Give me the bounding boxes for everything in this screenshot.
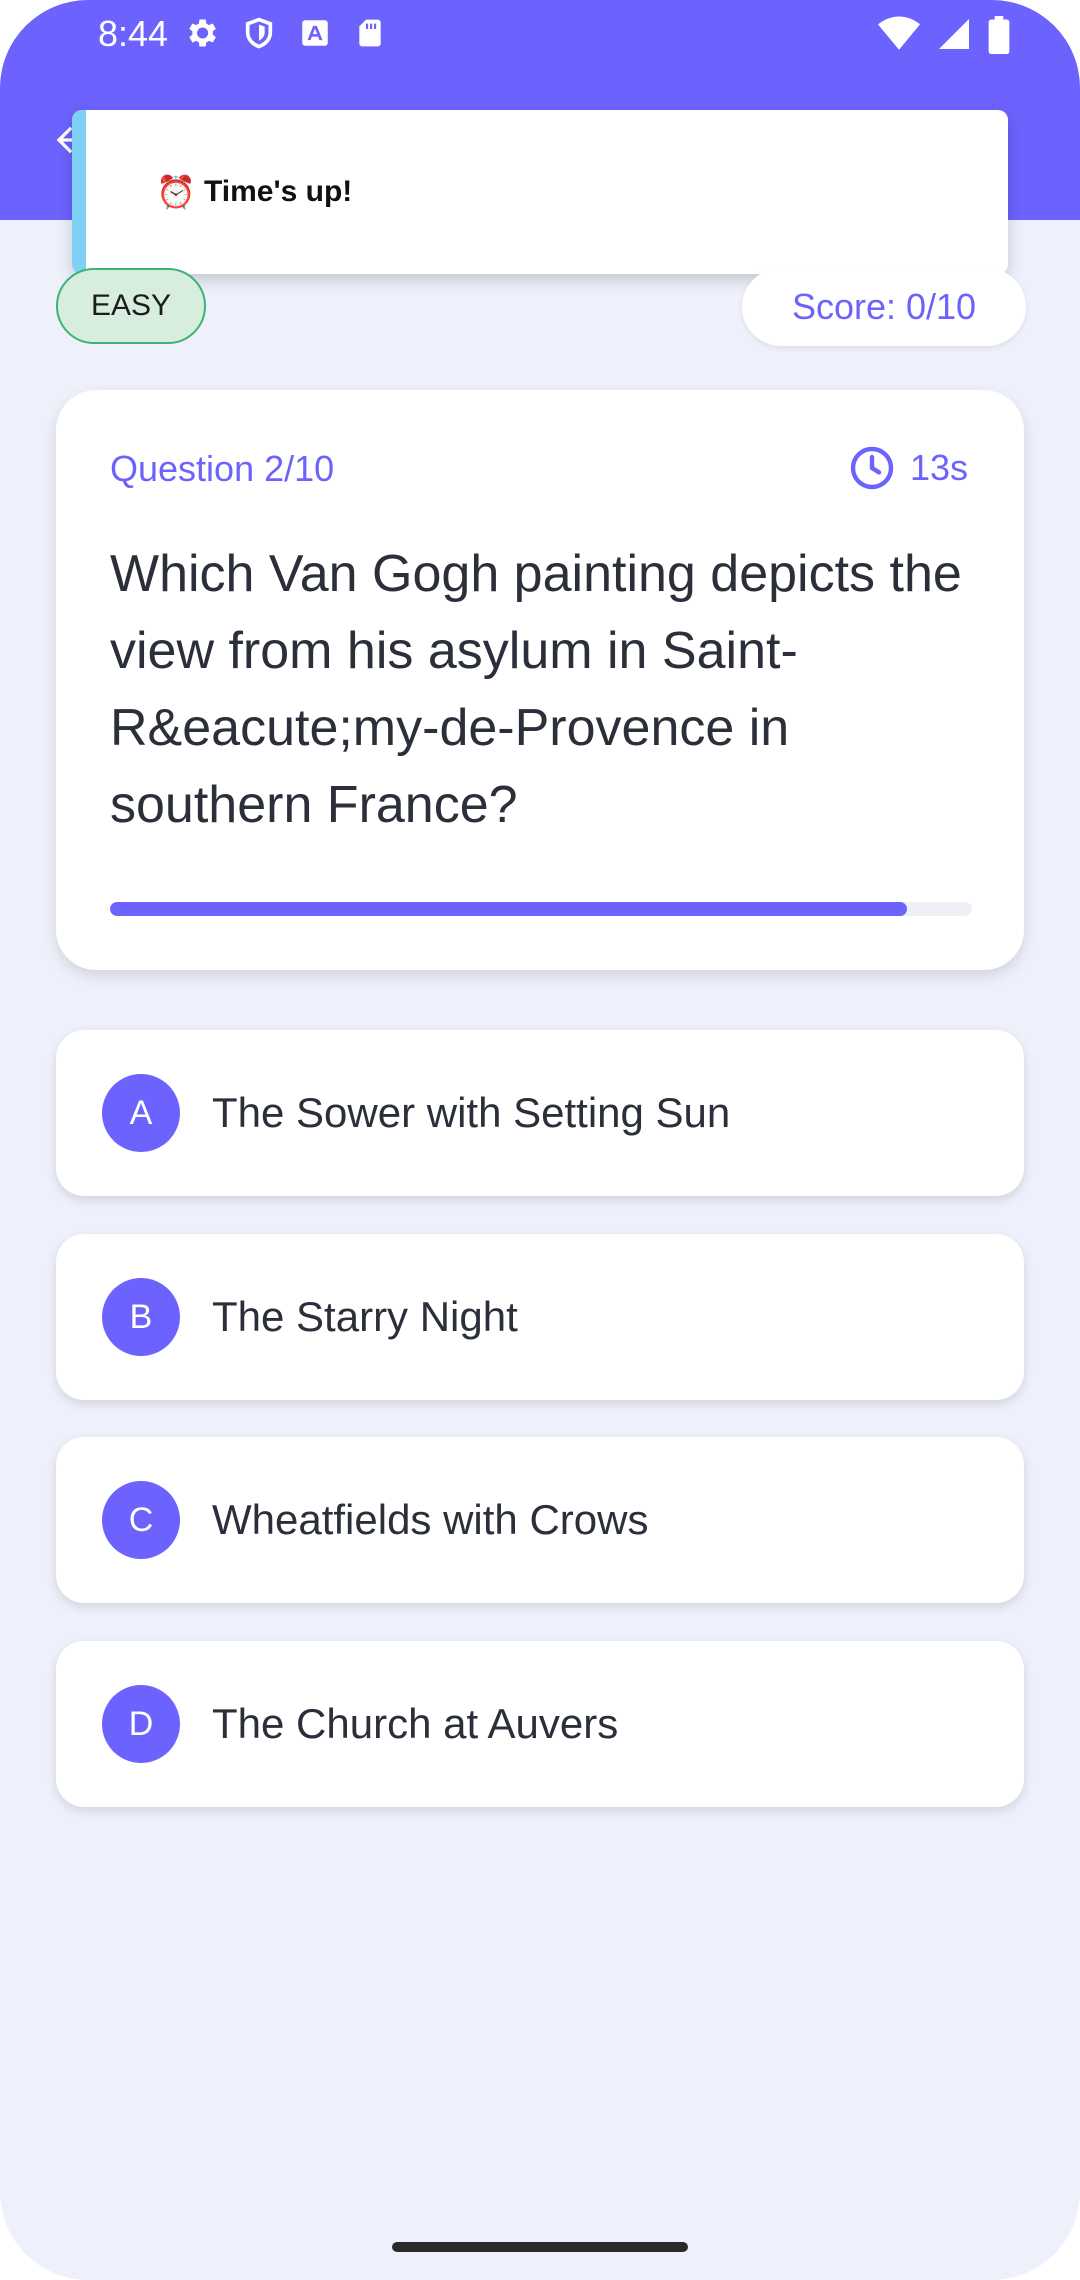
option-letter-badge: D xyxy=(102,1685,180,1763)
option-letter-badge: C xyxy=(102,1481,180,1559)
option-letter-badge: B xyxy=(102,1278,180,1356)
status-time: 8:44 xyxy=(98,13,169,54)
wifi-icon xyxy=(878,16,920,50)
timer-progress-bar xyxy=(110,902,972,916)
status-right-icons xyxy=(878,16,1010,54)
times-up-toast[interactable]: ⏰ Time's up! xyxy=(72,110,1008,274)
option-text: Wheatfields with Crows xyxy=(212,1496,649,1543)
shield-icon xyxy=(245,17,273,49)
option-b[interactable]: B The Starry Night xyxy=(56,1234,1024,1400)
option-c[interactable]: C Wheatfields with Crows xyxy=(56,1437,1024,1603)
question-timer: 13s xyxy=(848,444,968,492)
option-text: The Starry Night xyxy=(212,1293,518,1340)
toast-accent-bar xyxy=(72,110,86,274)
option-d[interactable]: D The Church at Auvers xyxy=(56,1641,1024,1807)
option-text: The Sower with Setting Sun xyxy=(212,1089,731,1136)
clock-icon xyxy=(850,446,894,490)
option-letter-badge: A xyxy=(102,1074,180,1152)
option-text: The Church at Auvers xyxy=(212,1700,619,1747)
status-bar: 8:44 xyxy=(0,0,1080,70)
question-counter: Question 2/10 xyxy=(110,448,335,489)
timer-value: 13s xyxy=(909,447,968,488)
signal-icon xyxy=(939,19,969,49)
question-text: Which Van Gogh painting depicts the view… xyxy=(110,545,962,834)
timer-progress-fill xyxy=(110,902,908,916)
status-left-icons xyxy=(182,14,386,52)
question-card: Question 2/10 13s Which Van Gogh paintin… xyxy=(56,390,1024,970)
gear-icon xyxy=(189,19,216,47)
home-indicator[interactable] xyxy=(392,2242,688,2252)
alarm-clock-icon: ⏰ xyxy=(156,174,196,210)
score-badge: Score: 0/10 xyxy=(742,268,1026,346)
sd-card-icon xyxy=(359,19,381,47)
battery-icon xyxy=(988,16,1010,54)
device-screen: 8:44 ⏰ Time's up! EASY Score: 0/10 Quest… xyxy=(0,0,1080,2280)
option-a[interactable]: A The Sower with Setting Sun xyxy=(56,1030,1024,1196)
toast-message: Time's up! xyxy=(204,175,353,208)
difficulty-badge: EASY xyxy=(56,268,206,344)
font-download-icon xyxy=(302,20,328,46)
